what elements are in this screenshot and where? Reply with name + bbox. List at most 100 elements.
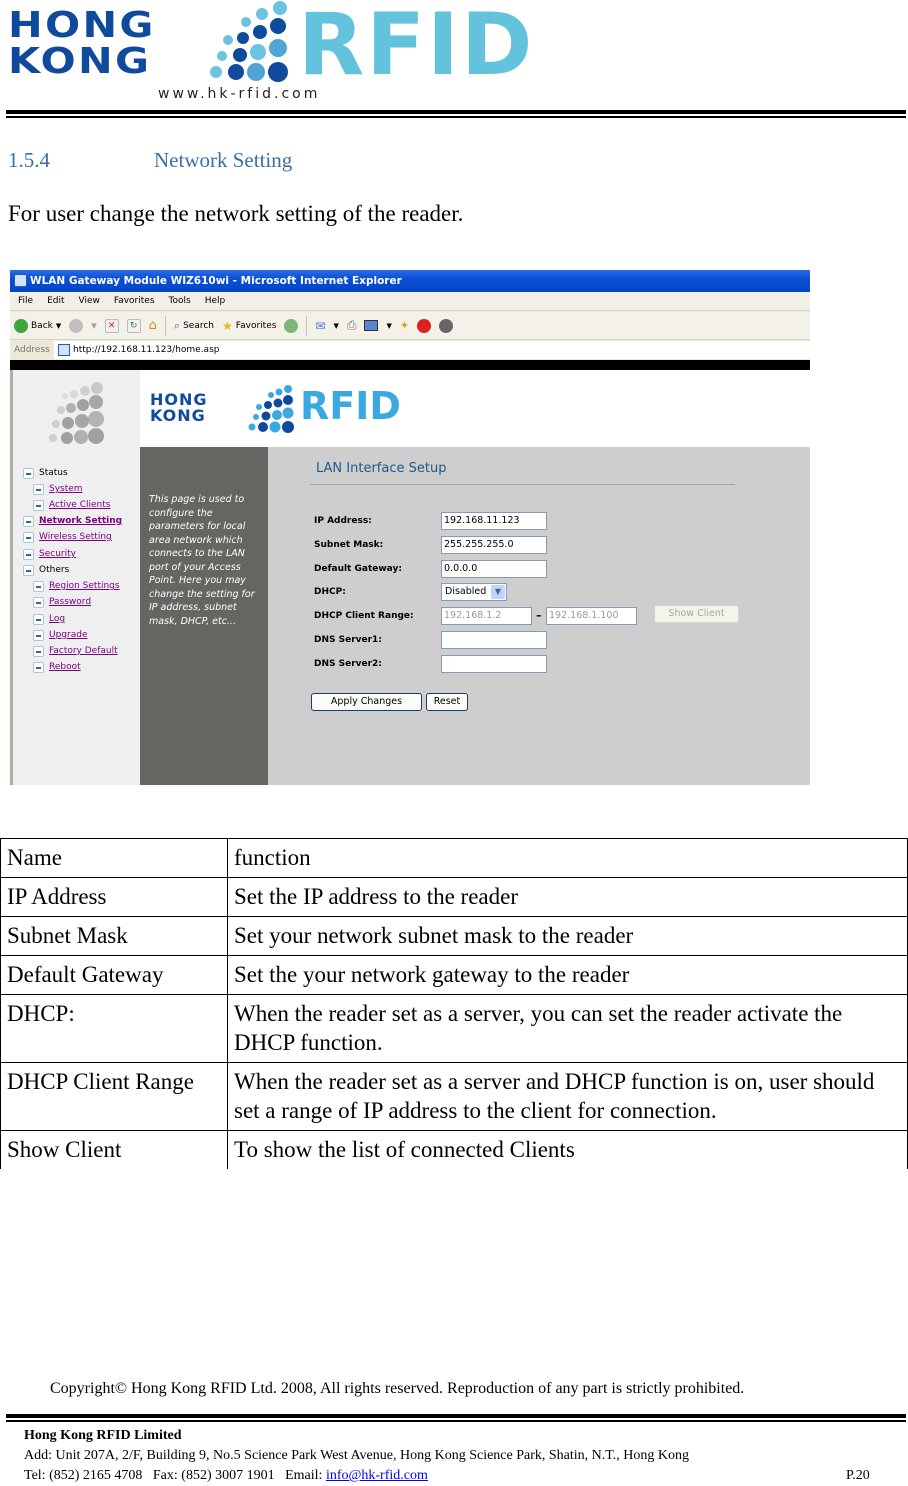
- row-function: Set the your network gateway to the read…: [227, 955, 908, 995]
- ip-address-input[interactable]: 192.168.11.123: [441, 512, 547, 530]
- collapse-icon[interactable]: [23, 467, 34, 479]
- subnet-mask-input[interactable]: 255.255.255.0: [441, 536, 547, 554]
- logo-dots-icon: [210, 1, 288, 82]
- star-icon: ★: [222, 318, 233, 333]
- sidebar-item-password[interactable]: Password: [33, 594, 91, 610]
- edit-icon[interactable]: [364, 320, 379, 331]
- dns-server1-label: DNS Server1:: [314, 635, 382, 645]
- web-page: Status System Active Clients Network Set…: [10, 370, 810, 785]
- menu-bar: File Edit View Favorites Tools Help: [10, 292, 810, 311]
- chevron-down-icon: ▼: [333, 321, 339, 330]
- menu-view[interactable]: View: [79, 292, 100, 310]
- logo-text-rfid: RFID: [298, 0, 535, 95]
- address-bar: Address http://192.168.11.123/home.asp: [10, 341, 810, 359]
- sidebar: Status System Active Clients Network Set…: [13, 370, 140, 785]
- row-name: IP Address: [0, 877, 228, 917]
- company-name: Hong Kong RFID Limited: [24, 1428, 182, 1443]
- row-name: DHCP:: [0, 994, 228, 1063]
- subnet-mask-label: Subnet Mask:: [314, 540, 384, 550]
- collapse-icon: [33, 580, 44, 592]
- chevron-down-icon: ▼: [491, 585, 505, 599]
- table-header-row: Name function: [0, 838, 908, 878]
- title-divider: [310, 484, 735, 485]
- refresh-icon[interactable]: ↻: [126, 318, 141, 333]
- dns-server2-input[interactable]: [441, 655, 547, 673]
- apply-changes-button[interactable]: Apply Changes: [311, 693, 422, 711]
- forward-button[interactable]: [69, 318, 84, 333]
- browser-screenshot: WLAN Gateway Module WIZ610wi - Microsoft…: [10, 270, 810, 785]
- collapse-icon[interactable]: [23, 564, 34, 576]
- discuss-icon[interactable]: ✦: [400, 319, 409, 332]
- stop-icon[interactable]: ✕: [104, 318, 119, 333]
- show-client-button[interactable]: Show Client: [654, 605, 739, 623]
- sidebar-logo-icon: [49, 382, 104, 444]
- table-row: Default Gateway Set the your network gat…: [0, 955, 908, 995]
- brand-text-rfid: RFID: [300, 384, 401, 428]
- company-address: Add: Unit 207A, 2/F, Building 9, No.5 Sc…: [24, 1448, 690, 1463]
- reset-button[interactable]: Reset: [426, 693, 468, 711]
- sidebar-item-reboot[interactable]: Reboot: [33, 659, 81, 675]
- row-name: Default Gateway: [0, 955, 228, 995]
- default-gateway-input[interactable]: 0.0.0.0: [441, 560, 547, 578]
- page-description: This page is used to configure the param…: [140, 447, 268, 785]
- sidebar-item-upgrade[interactable]: Upgrade: [33, 627, 87, 643]
- brand-text-hongkong: HONG KONG: [150, 390, 208, 425]
- dns-server1-input[interactable]: [441, 631, 547, 649]
- search-button[interactable]: ⌕ Search: [174, 319, 214, 333]
- favorites-button[interactable]: ★ Favorites: [222, 319, 276, 333]
- logo-url: www.hk-rfid.com: [158, 86, 321, 102]
- print-icon[interactable]: ⎙: [347, 318, 357, 333]
- dhcp-select[interactable]: Disabled ▼: [441, 583, 507, 601]
- dhcp-range-start-input[interactable]: 192.168.1.2: [441, 607, 532, 625]
- sidebar-item-others: Others: [23, 562, 69, 578]
- sidebar-item-system[interactable]: System: [33, 481, 83, 497]
- mail-icon[interactable]: ✉: [315, 319, 325, 333]
- intro-paragraph: For user change the network setting of t…: [8, 201, 464, 226]
- brand-dots-icon: [248, 385, 294, 433]
- sidebar-item-factory-default[interactable]: Factory Default: [33, 643, 118, 659]
- collapse-icon: [33, 483, 44, 495]
- logo-text-hongkong: HONG KONG: [8, 5, 156, 82]
- collapse-icon: [23, 531, 34, 543]
- address-input[interactable]: http://192.168.11.123/home.asp: [54, 341, 219, 359]
- row-function: To show the list of connected Clients: [227, 1130, 908, 1169]
- messenger-icon[interactable]: [439, 318, 454, 333]
- chevron-down-icon: ▼: [91, 321, 97, 330]
- menu-file[interactable]: File: [18, 292, 33, 310]
- default-gateway-label: Default Gateway:: [314, 564, 402, 574]
- search-icon: ⌕: [173, 318, 181, 332]
- ip-address-label: IP Address:: [314, 516, 372, 526]
- dhcp-range-end-input[interactable]: 192.168.1.100: [546, 607, 637, 625]
- collapse-icon: [33, 661, 44, 673]
- window-title: WLAN Gateway Module WIZ610wi - Microsoft…: [30, 275, 402, 287]
- web-brand-logo: HONG KONG RFID: [140, 370, 810, 447]
- menu-help[interactable]: Help: [205, 292, 226, 310]
- form-title: LAN Interface Setup: [316, 461, 447, 476]
- home-icon[interactable]: ⌂: [149, 318, 157, 333]
- section-title: Network Setting: [154, 148, 293, 172]
- chevron-down-icon: ▼: [55, 321, 62, 330]
- sidebar-item-log[interactable]: Log: [33, 611, 65, 627]
- ie-icon: [14, 274, 27, 287]
- collapse-icon: [33, 596, 44, 608]
- page-icon: [58, 344, 70, 356]
- menu-favorites[interactable]: Favorites: [114, 292, 155, 310]
- collapse-icon: [23, 548, 34, 560]
- menu-edit[interactable]: Edit: [47, 292, 64, 310]
- sidebar-item-network-setting[interactable]: Network Setting: [23, 513, 122, 529]
- download-icon[interactable]: [417, 318, 432, 333]
- menu-tools[interactable]: Tools: [169, 292, 191, 310]
- sidebar-item-region-settings[interactable]: Region Settings: [33, 578, 120, 594]
- row-function: When the reader set as a server, you can…: [227, 994, 908, 1063]
- sidebar-item-wireless-setting[interactable]: Wireless Setting: [23, 529, 112, 545]
- sidebar-item-security[interactable]: Security: [23, 546, 76, 562]
- window-titlebar: WLAN Gateway Module WIZ610wi - Microsoft…: [10, 270, 810, 292]
- browser-toolbar: Back ▼ ▼ ✕ ↻ ⌂ ⌕ Search ★ Favorites ✉ ▼ …: [10, 312, 810, 340]
- sidebar-item-active-clients[interactable]: Active Clients: [33, 497, 110, 513]
- page-top-bar: [10, 360, 810, 370]
- back-button[interactable]: Back ▼: [14, 318, 62, 333]
- toolbar-separator: [306, 315, 308, 336]
- email-link[interactable]: info@hk-rfid.com: [326, 1468, 428, 1483]
- collapse-icon: [33, 499, 44, 511]
- history-icon[interactable]: [284, 318, 299, 333]
